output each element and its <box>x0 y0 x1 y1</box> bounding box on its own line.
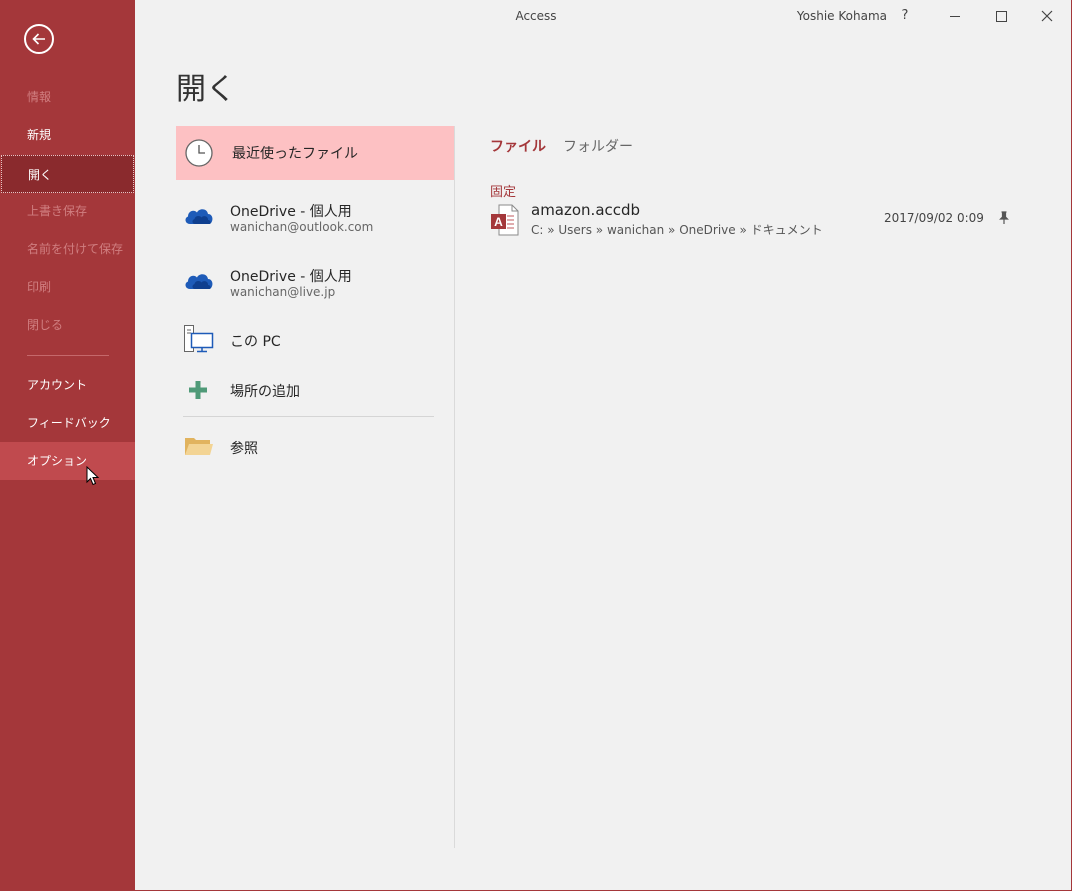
window-frame <box>0 0 1072 891</box>
tab-folders[interactable]: フォルダー <box>563 136 633 156</box>
sidebar-item-save[interactable]: 上書き保存 <box>0 192 135 230</box>
place-label: OneDrive - 個人用 <box>230 204 352 220</box>
pinned-heading: 固定 <box>490 185 517 200</box>
file-date: 2017/09/02 0:09 <box>884 211 984 225</box>
mouse-cursor-icon <box>86 466 100 486</box>
close-icon <box>1041 10 1053 22</box>
onedrive-icon <box>185 274 213 289</box>
place-onedrive-live[interactable]: OneDrive - 個人用 wanichan@live.jp <box>176 255 454 309</box>
place-label: 参照 <box>230 441 258 457</box>
place-label: 最近使ったファイル <box>232 146 358 162</box>
pin-icon[interactable] <box>999 211 1009 225</box>
backstage-sidebar: 情報 新規 開く 上書き保存 名前を付けて保存 印刷 閉じる アカウント フィー… <box>0 0 135 891</box>
clock-icon <box>185 139 213 167</box>
place-recent[interactable]: 最近使ったファイル <box>176 126 454 180</box>
sidebar-item-info[interactable]: 情報 <box>0 78 135 116</box>
place-label: OneDrive - 個人用 <box>230 269 352 285</box>
maximize-icon <box>996 11 1007 22</box>
maximize-button[interactable] <box>986 4 1016 28</box>
sidebar-item-save-as[interactable]: 名前を付けて保存 <box>0 230 135 268</box>
sidebar-item-feedback[interactable]: フィードバック <box>0 404 135 442</box>
plus-icon <box>189 381 207 399</box>
folder-icon <box>185 438 213 455</box>
user-name[interactable]: Yoshie Kohama <box>797 9 887 23</box>
file-name[interactable]: amazon.accdb <box>531 201 640 219</box>
column-divider <box>454 126 455 848</box>
place-this-pc[interactable]: この PC <box>176 320 454 360</box>
sidebar-item-open[interactable]: 開く <box>1 155 134 193</box>
sidebar-item-options[interactable]: オプション <box>0 442 135 480</box>
sidebar-item-close[interactable]: 閉じる <box>0 306 135 344</box>
places-divider <box>183 416 434 417</box>
back-arrow-icon <box>32 33 45 45</box>
sidebar-divider <box>27 355 109 356</box>
sidebar-item-print[interactable]: 印刷 <box>0 268 135 306</box>
place-label: この PC <box>230 334 281 350</box>
help-button[interactable]: ? <box>890 4 920 28</box>
file-path: C: » Users » wanichan » OneDrive » ドキュメン… <box>531 223 823 237</box>
svg-text:A: A <box>494 215 503 229</box>
place-account: wanichan@outlook.com <box>230 220 374 234</box>
close-button[interactable] <box>1032 4 1062 28</box>
sidebar-item-new[interactable]: 新規 <box>0 116 135 154</box>
place-account: wanichan@live.jp <box>230 285 336 299</box>
tab-files[interactable]: ファイル <box>490 136 546 156</box>
sidebar-item-account[interactable]: アカウント <box>0 366 135 404</box>
computer-icon <box>184 325 214 353</box>
back-button[interactable] <box>24 24 54 54</box>
access-file-icon: A <box>491 204 519 236</box>
onedrive-icon <box>185 209 213 224</box>
minimize-icon <box>950 16 960 17</box>
minimize-button[interactable] <box>940 4 970 28</box>
place-browse[interactable]: 参照 <box>176 426 454 466</box>
place-onedrive-outlook[interactable]: OneDrive - 個人用 wanichan@outlook.com <box>176 190 454 244</box>
place-label: 場所の追加 <box>230 384 300 400</box>
place-add[interactable]: 場所の追加 <box>176 370 454 410</box>
page-title: 開く <box>176 72 236 107</box>
